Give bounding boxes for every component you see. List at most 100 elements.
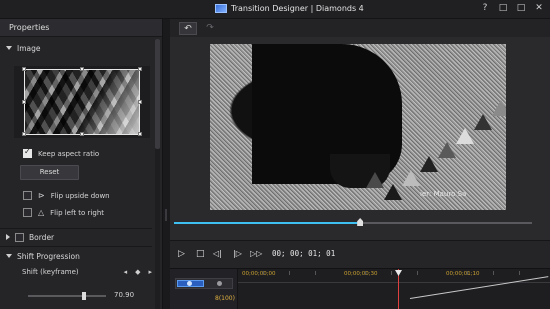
help-button[interactable]: ? bbox=[480, 3, 490, 13]
panel-splitter[interactable] bbox=[163, 19, 170, 309]
diamond-tile bbox=[366, 172, 384, 188]
ruler-label: 00;00;00;00 bbox=[242, 271, 276, 277]
image-thumbnail[interactable] bbox=[24, 69, 140, 135]
ruler-tick bbox=[467, 271, 468, 275]
resize-handle-r[interactable] bbox=[138, 100, 142, 104]
shift-value[interactable]: 70.90 bbox=[114, 291, 134, 299]
close-button[interactable]: ✕ bbox=[534, 3, 544, 13]
scrollbar-thumb[interactable] bbox=[155, 39, 160, 149]
maximize-button[interactable]: □ bbox=[516, 3, 526, 13]
add-keyframe-icon[interactable]: ◆ bbox=[135, 268, 140, 276]
border-section-label: Border bbox=[29, 232, 55, 242]
ruler-tick bbox=[315, 271, 316, 275]
flip-left-to-right-label: Flip left to right bbox=[50, 208, 105, 217]
diamond-tile bbox=[456, 128, 474, 144]
undo-button[interactable]: ↶ bbox=[179, 22, 197, 35]
flip-upside-down-option[interactable]: ⊳ Flip upside down bbox=[23, 191, 110, 200]
restore-button[interactable]: □ bbox=[498, 3, 508, 13]
border-section-header[interactable]: Border bbox=[0, 229, 152, 245]
timeline: 8(100) 00;00;00;00 00;00;00;30 00;00;01;… bbox=[170, 268, 550, 309]
ruler-tick bbox=[365, 271, 366, 275]
collapse-icon bbox=[6, 254, 12, 258]
window-controls: ? □ □ ✕ bbox=[480, 3, 544, 13]
curve-mode-icon bbox=[217, 281, 222, 286]
reset-button[interactable]: Reset bbox=[20, 165, 79, 180]
timecode-display: 00; 00; 01; 01 bbox=[272, 249, 336, 258]
flip-upside-down-label: Flip upside down bbox=[50, 191, 110, 200]
next-frame-button[interactable]: |▷ bbox=[233, 247, 242, 261]
resize-handle-tr[interactable] bbox=[138, 67, 142, 71]
ruler-tick bbox=[519, 271, 520, 275]
image-section-label: Image bbox=[17, 43, 41, 53]
ruler-label: 00;00;01;10 bbox=[446, 271, 480, 277]
resize-handle-bl[interactable] bbox=[22, 132, 26, 136]
preview-seek-bar[interactable] bbox=[174, 218, 532, 226]
properties-header: Properties bbox=[0, 19, 162, 37]
image-preview-box bbox=[14, 66, 150, 138]
play-button[interactable]: ▷ bbox=[178, 247, 185, 261]
ruler-label: 00;00;00;30 bbox=[344, 271, 378, 277]
seek-bar-knob[interactable] bbox=[357, 218, 364, 226]
diamond-tile bbox=[492, 100, 506, 116]
ruler-tick bbox=[289, 271, 290, 275]
timeline-ruler[interactable]: 00;00;00;00 00;00;00;30 00;00;01;10 bbox=[238, 269, 550, 283]
flip-horizontal-icon: △ bbox=[38, 208, 45, 217]
diamond-tile bbox=[438, 142, 456, 158]
divider bbox=[0, 246, 152, 247]
flip-left-to-right-checkbox[interactable] bbox=[23, 208, 32, 217]
properties-panel: Properties bbox=[0, 19, 163, 309]
keyframe-mode-icon bbox=[187, 281, 192, 286]
resize-handle-tl[interactable] bbox=[22, 67, 26, 71]
next-keyframe-icon[interactable]: ▸ bbox=[148, 268, 152, 276]
window-title-group: Transition Designer | Diamonds 4 bbox=[215, 4, 364, 13]
ruler-tick bbox=[263, 271, 264, 275]
keep-aspect-ratio-option[interactable]: Keep aspect ratio bbox=[23, 147, 100, 158]
shift-slider-knob[interactable] bbox=[82, 292, 87, 300]
shift-progression-header[interactable]: Shift Progression bbox=[0, 248, 152, 264]
resize-handle-l[interactable] bbox=[22, 100, 26, 104]
edit-toolbar: ↶ ↷ bbox=[170, 19, 550, 37]
title-bar: Transition Designer | Diamonds 4 ? □ □ ✕ bbox=[0, 0, 550, 19]
shift-progression-label: Shift Progression bbox=[17, 251, 80, 261]
prev-keyframe-icon[interactable]: ◂ bbox=[124, 268, 128, 276]
stop-button[interactable]: □ bbox=[196, 247, 205, 261]
track-value-label: 8(100) bbox=[215, 295, 235, 302]
seek-bar-fill bbox=[174, 222, 361, 224]
ruler-tick bbox=[417, 271, 418, 275]
fast-forward-button[interactable]: ▷▷ bbox=[250, 247, 262, 261]
keep-aspect-ratio-label: Keep aspect ratio bbox=[38, 149, 100, 158]
ruler-tick bbox=[493, 271, 494, 275]
shift-keyframe-row: Shift (keyframe) ◂ ◆ ▸ bbox=[22, 268, 152, 276]
timeline-header: 8(100) bbox=[170, 269, 238, 309]
diamond-tile bbox=[384, 184, 402, 200]
flip-left-to-right-option[interactable]: △ Flip left to right bbox=[23, 208, 104, 217]
shift-keyframe-label: Shift (keyframe) bbox=[22, 268, 79, 276]
flip-vertical-icon: ⊳ bbox=[38, 191, 45, 200]
playback-controls: ▷ □ ◁| |▷ ▷▷ 00; 00; 01; 01 bbox=[170, 240, 550, 268]
ruler-tick bbox=[391, 271, 392, 275]
video-preview: ier: Mauro Sa bbox=[210, 44, 506, 210]
preview-watermark: ier: Mauro Sa bbox=[420, 190, 467, 198]
diamond-tile bbox=[420, 156, 438, 172]
window-title: Transition Designer | Diamonds 4 bbox=[231, 4, 364, 13]
diamond-tile bbox=[474, 114, 492, 130]
shift-slider[interactable] bbox=[28, 292, 106, 300]
app-icon bbox=[215, 4, 227, 13]
preview-area: ier: Mauro Sa bbox=[170, 37, 550, 240]
redo-button[interactable]: ↷ bbox=[201, 22, 219, 35]
flip-upside-down-checkbox[interactable] bbox=[23, 191, 32, 200]
splitter-grip[interactable] bbox=[165, 209, 167, 221]
image-section-header[interactable]: Image bbox=[0, 40, 152, 56]
keyframe-controls: ◂ ◆ ▸ bbox=[124, 268, 152, 276]
expand-icon bbox=[6, 234, 10, 240]
collapse-icon bbox=[6, 46, 12, 50]
properties-scrollbar[interactable] bbox=[155, 39, 160, 309]
resize-handle-b[interactable] bbox=[80, 132, 84, 136]
keyframe-view-toggle[interactable] bbox=[175, 278, 233, 289]
border-checkbox[interactable] bbox=[15, 232, 24, 242]
previous-frame-button[interactable]: ◁| bbox=[213, 247, 222, 261]
keep-aspect-ratio-checkbox[interactable] bbox=[23, 147, 32, 158]
resize-handle-t[interactable] bbox=[80, 67, 84, 71]
resize-handle-br[interactable] bbox=[138, 132, 142, 136]
diamond-tile bbox=[402, 170, 420, 186]
